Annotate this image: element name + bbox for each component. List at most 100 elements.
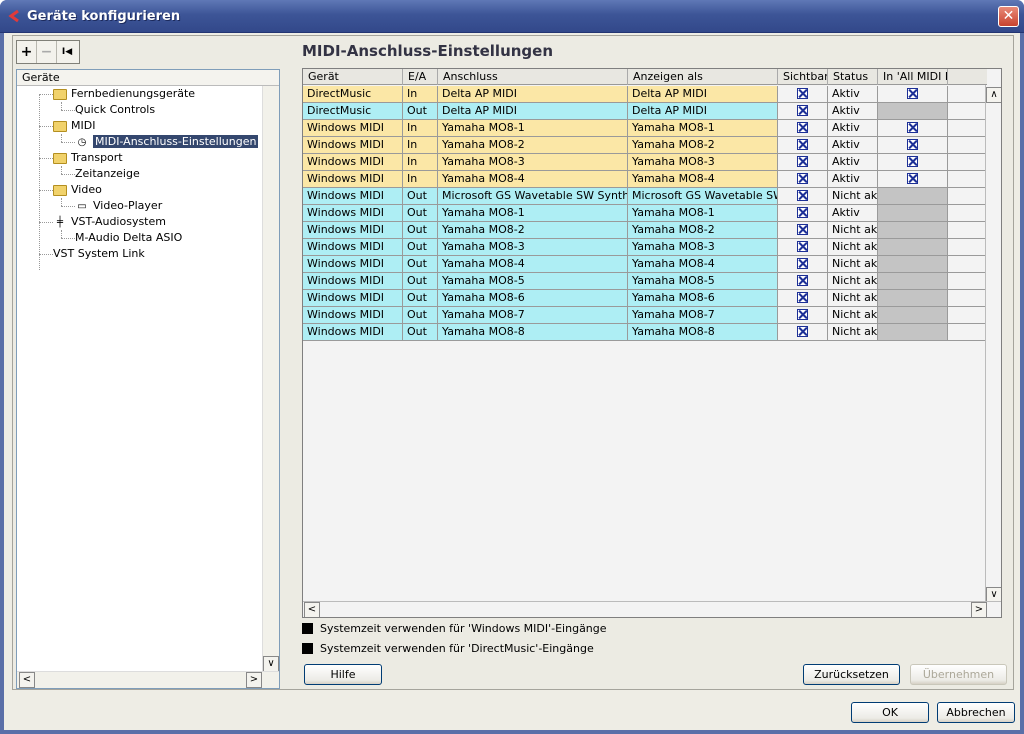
cell-col-visible[interactable]	[778, 256, 828, 272]
table-row[interactable]: Windows MIDI In Yamaha MO8-2 Yamaha MO8-2 Ak…	[303, 137, 987, 154]
table-row[interactable]: Windows MIDI In Yamaha MO8-3 Yamaha MO8-3 Ak…	[303, 154, 987, 171]
cell-col-allmidi[interactable]	[878, 86, 948, 102]
visible-checkbox[interactable]	[797, 223, 808, 235]
cell-col-display[interactable]: Yamaha MO8-4	[628, 171, 778, 187]
cell-col-visible[interactable]	[778, 154, 828, 170]
cell-col-visible[interactable]	[778, 171, 828, 187]
scroll-down-arrow-icon[interactable]: ∨	[263, 656, 279, 672]
all-midi-in-checkbox[interactable]	[907, 121, 918, 133]
cell-col-allmidi[interactable]	[878, 120, 948, 136]
systemtime-directmusic-option[interactable]: Systemzeit verwenden für 'DirectMusic'-E…	[302, 642, 702, 656]
table-row[interactable]: Windows MIDI Out Microsoft GS Wavetable SW…	[303, 188, 987, 205]
cell-col-display[interactable]: Yamaha MO8-6	[628, 290, 778, 306]
scroll-left-arrow-icon[interactable]: <	[19, 672, 35, 688]
remove-device-button[interactable]: −	[37, 41, 57, 63]
cell-col-visible[interactable]	[778, 222, 828, 238]
cell-col-display[interactable]: Microsoft GS Wavetable SW Synth	[628, 188, 778, 204]
add-device-button[interactable]: +	[17, 41, 37, 63]
visible-checkbox[interactable]	[797, 121, 808, 133]
scroll-right-arrow-icon[interactable]: >	[246, 672, 262, 688]
scroll-left-arrow-icon[interactable]: <	[304, 602, 320, 617]
visible-checkbox[interactable]	[797, 308, 808, 320]
cell-col-visible[interactable]	[778, 290, 828, 306]
tree-item-transport[interactable]: Transport	[53, 150, 123, 166]
visible-checkbox[interactable]	[797, 172, 808, 184]
table-row[interactable]: DirectMusic Out Delta AP MIDI Delta AP MIDI…	[303, 103, 987, 120]
all-midi-in-checkbox[interactable]	[907, 155, 918, 167]
header-col-allmidi[interactable]: In 'All MIDI In	[878, 69, 948, 85]
tree-item-fernbedienung[interactable]: Fernbedienungsgeräte	[53, 86, 195, 102]
header-col-io[interactable]: E/A	[403, 69, 438, 85]
cell-col-allmidi[interactable]	[878, 137, 948, 153]
scroll-up-arrow-icon[interactable]: ∧	[986, 87, 1001, 103]
visible-checkbox[interactable]	[797, 189, 808, 201]
table-row[interactable]: Windows MIDI Out Yamaha MO8-4 Yamaha MO8-4 N…	[303, 256, 987, 273]
header-col-display[interactable]: Anzeigen als	[628, 69, 778, 85]
header-col-status[interactable]: Status	[828, 69, 878, 85]
cell-col-display[interactable]: Yamaha MO8-3	[628, 239, 778, 255]
visible-checkbox[interactable]	[797, 138, 808, 150]
header-col-device[interactable]: Gerät	[303, 69, 403, 85]
scroll-right-arrow-icon[interactable]: >	[971, 602, 987, 617]
tree-item-zeitanzeige[interactable]: Zeitanzeige	[75, 166, 140, 182]
apply-button[interactable]: Übernehmen	[910, 664, 1007, 685]
tree-item-video[interactable]: Video	[53, 182, 102, 198]
tree-horizontal-scrollbar[interactable]: < >	[17, 671, 279, 688]
table-row[interactable]: Windows MIDI Out Yamaha MO8-8 Yamaha MO8-8 N…	[303, 324, 987, 341]
visible-checkbox[interactable]	[797, 155, 808, 167]
table-row[interactable]: Windows MIDI In Yamaha MO8-1 Yamaha MO8-1 Ak…	[303, 120, 987, 137]
visible-checkbox[interactable]	[797, 104, 808, 116]
table-horizontal-scrollbar[interactable]: < >	[303, 601, 1001, 617]
all-midi-in-checkbox[interactable]	[907, 87, 918, 99]
tree-item-vst-system-link[interactable]: VST System Link	[53, 246, 145, 262]
cell-col-allmidi[interactable]	[878, 171, 948, 187]
ok-button[interactable]: OK	[851, 702, 929, 723]
cell-col-visible[interactable]	[778, 205, 828, 221]
cell-col-visible[interactable]	[778, 103, 828, 119]
table-row[interactable]: Windows MIDI Out Yamaha MO8-3 Yamaha MO8-3 N…	[303, 239, 987, 256]
cell-col-display[interactable]: Yamaha MO8-8	[628, 324, 778, 340]
table-row[interactable]: Windows MIDI Out Yamaha MO8-2 Yamaha MO8-2 N…	[303, 222, 987, 239]
visible-checkbox[interactable]	[797, 274, 808, 286]
option-checkbox[interactable]	[302, 642, 313, 654]
cell-col-visible[interactable]	[778, 239, 828, 255]
tree-vertical-scrollbar[interactable]: ∨	[262, 86, 279, 672]
cancel-button[interactable]: Abbrechen	[937, 702, 1015, 723]
cell-col-display[interactable]: Yamaha MO8-4	[628, 256, 778, 272]
header-col-port[interactable]: Anschluss	[438, 69, 628, 85]
cell-col-display[interactable]: Yamaha MO8-2	[628, 222, 778, 238]
table-row[interactable]: Windows MIDI Out Yamaha MO8-6 Yamaha MO8-6 N…	[303, 290, 987, 307]
cell-col-visible[interactable]	[778, 137, 828, 153]
reset-device-button[interactable]: I◀	[57, 41, 77, 63]
table-row[interactable]: Windows MIDI In Yamaha MO8-4 Yamaha MO8-4 Ak…	[303, 171, 987, 188]
visible-checkbox[interactable]	[797, 291, 808, 303]
cell-col-visible[interactable]	[778, 188, 828, 204]
table-vertical-scrollbar[interactable]: ∧ ∨	[985, 85, 1001, 603]
cell-col-display[interactable]: Yamaha MO8-2	[628, 137, 778, 153]
cell-col-display[interactable]: Yamaha MO8-5	[628, 273, 778, 289]
tree-item-midi[interactable]: MIDI	[53, 118, 95, 134]
visible-checkbox[interactable]	[797, 240, 808, 252]
systemtime-windows-midi-option[interactable]: Systemzeit verwenden für 'Windows MIDI'-…	[302, 622, 702, 636]
cell-col-display[interactable]: Delta AP MIDI	[628, 86, 778, 102]
cell-col-visible[interactable]	[778, 273, 828, 289]
cell-col-display[interactable]: Yamaha MO8-3	[628, 154, 778, 170]
all-midi-in-checkbox[interactable]	[907, 172, 918, 184]
cell-col-visible[interactable]	[778, 324, 828, 340]
visible-checkbox[interactable]	[797, 257, 808, 269]
table-row[interactable]: DirectMusic In Delta AP MIDI Delta AP MIDI A…	[303, 86, 987, 103]
help-button[interactable]: Hilfe	[304, 664, 382, 685]
cell-col-visible[interactable]	[778, 86, 828, 102]
table-row[interactable]: Windows MIDI Out Yamaha MO8-1 Yamaha MO8-1 A…	[303, 205, 987, 222]
tree-item-vst-audiosystem[interactable]: ╪ VST-Audiosystem	[53, 214, 166, 230]
tree-item-video-player[interactable]: ▭ Video-Player	[75, 198, 162, 214]
reset-button[interactable]: Zurücksetzen	[803, 664, 900, 685]
cell-col-visible[interactable]	[778, 120, 828, 136]
all-midi-in-checkbox[interactable]	[907, 138, 918, 150]
table-row[interactable]: Windows MIDI Out Yamaha MO8-5 Yamaha MO8-5 N…	[303, 273, 987, 290]
header-col-visible[interactable]: Sichtbar	[778, 69, 828, 85]
tree-item-m-audio-delta[interactable]: M-Audio Delta ASIO	[75, 230, 182, 246]
visible-checkbox[interactable]	[797, 206, 808, 218]
visible-checkbox[interactable]	[797, 325, 808, 337]
cell-col-display[interactable]: Yamaha MO8-7	[628, 307, 778, 323]
